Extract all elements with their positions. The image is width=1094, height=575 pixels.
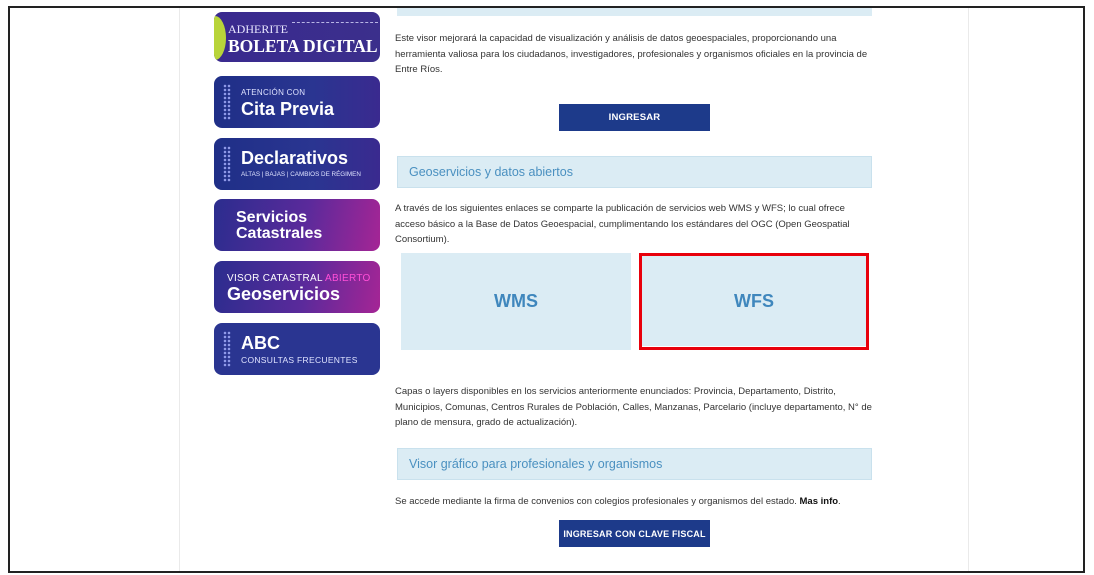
geoservicios-text: A través de los siguientes enlaces se co… [395,203,850,245]
viewport-bottom-border [10,571,1083,573]
visor-grafico-text: Se accede mediante la firma de convenios… [395,494,873,510]
servicios-catastrales-banner[interactable]: Servicios Catastrales [214,199,380,251]
mas-info-link[interactable]: Mas info [800,496,839,507]
declarativos-banner[interactable]: Declarativos ALTAS | BAJAS | CAMBIOS DE … [214,138,380,190]
layers-text: Capas o layers disponibles en los servic… [395,386,872,428]
boleta-big-text: BOLETA DIGITAL [228,36,378,56]
visor-small-b: ABIERTO [324,273,371,284]
declarativos-big-text: Declarativos [241,148,349,168]
declarativos-small-text: ALTAS | BAJAS | CAMBIOS DE RÉGIMEN [241,171,361,178]
cita-previa-banner[interactable]: ATENCIÓN CON Cita Previa [214,76,380,128]
servicios-line1: Servicios [236,209,308,226]
visor-geoservicios-banner[interactable]: VISOR CATASTRAL ABIERTO Geoservicios [214,261,380,313]
dots-decoration [223,84,231,120]
previous-section-edge [397,8,872,16]
section-heading-visor-grafico: Visor gráfico para profesionales y organ… [397,448,872,480]
abc-big-text: ABC [241,333,280,353]
section-heading-geoservicios: Geoservicios y datos abiertos [397,156,872,188]
ingresar-clave-fiscal-button[interactable]: INGRESAR CON CLAVE FISCAL [559,520,710,547]
boleta-digital-banner[interactable]: ADHERITE BOLETA DIGITAL [214,12,380,62]
page-column: ADHERITE BOLETA DIGITAL ATENCIÓN CON Cit… [180,8,968,573]
dots-decoration [223,331,231,367]
boleta-small-text: ADHERITE [228,22,288,36]
browser-viewport: ADHERITE BOLETA DIGITAL ATENCIÓN CON Cit… [8,6,1085,573]
wms-tile[interactable]: WMS [401,253,631,350]
dashed-arc [292,22,378,31]
visor-big-text: Geoservicios [227,284,341,304]
leaf-graphic [214,16,226,60]
cita-small-text: ATENCIÓN CON [241,88,306,97]
period: . [838,496,841,507]
cita-big-text: Cita Previa [241,99,335,119]
ingresar-button[interactable]: INGRESAR [559,104,710,131]
visor-intro-text: Este visor mejorará la capacidad de visu… [395,33,868,75]
visor-small-a: VISOR CATASTRAL [227,273,323,284]
dots-decoration [223,146,231,182]
abc-banner[interactable]: ABC CONSULTAS FRECUENTES [214,323,380,375]
visor-small-text: VISOR CATASTRAL ABIERTO [227,273,371,284]
visor-grafico-sentence: Se accede mediante la firma de convenios… [395,496,797,507]
wfs-tile[interactable]: WFS [642,256,866,346]
abc-small-text: CONSULTAS FRECUENTES [241,355,358,365]
servicios-line2: Catastrales [236,225,323,242]
